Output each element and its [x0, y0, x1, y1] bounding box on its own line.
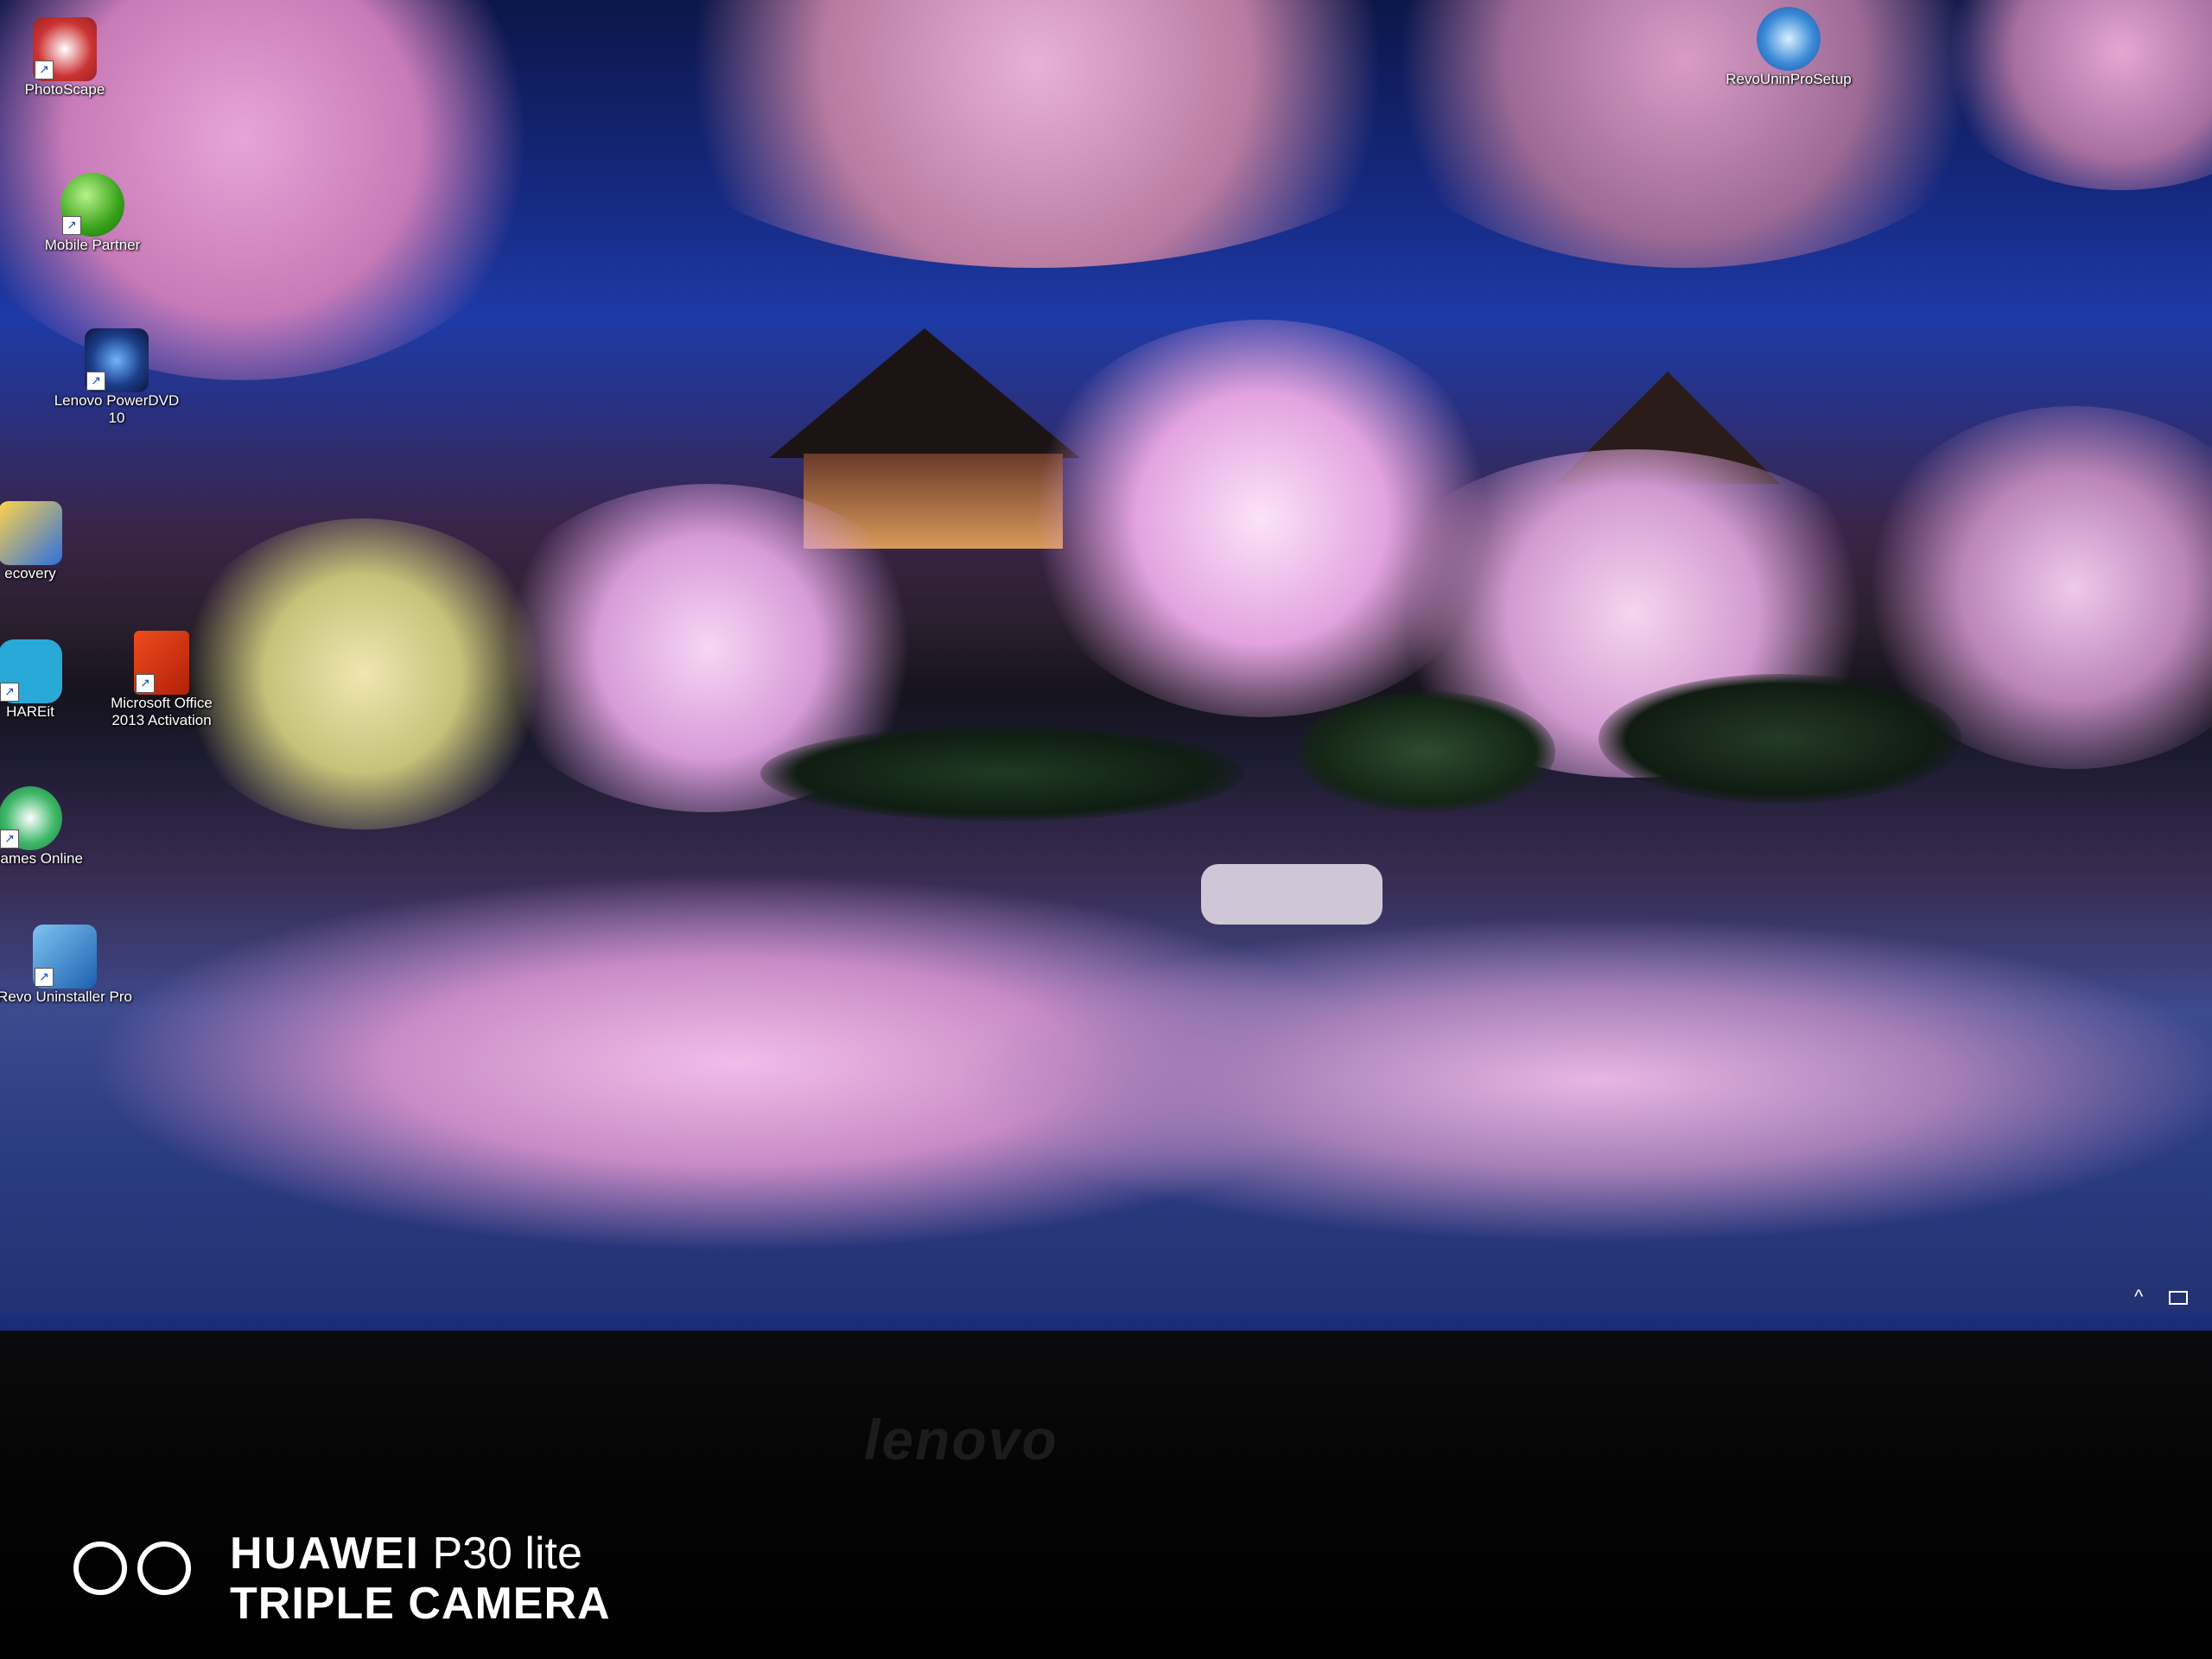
- desktop-icon-label: PhotoScape: [24, 81, 105, 98]
- network-icon[interactable]: [2169, 1291, 2188, 1305]
- desktop-icon-revo-setup[interactable]: RevoUninProSetup: [1707, 7, 1871, 88]
- office-icon: ↗: [134, 631, 189, 695]
- desktop-icon-label: Mobile Partner: [44, 237, 141, 253]
- desktop-icon-powerdvd[interactable]: ↗ Lenovo PowerDVD 10: [35, 328, 199, 427]
- revo-uninstaller-icon: ↗: [33, 925, 97, 988]
- desktop-icon-photoscape[interactable]: ↗ PhotoScape: [0, 17, 147, 99]
- desktop-icon-revo-uninstaller[interactable]: ↗ Revo Uninstaller Pro: [0, 925, 147, 1006]
- watermark-model: P30 lite: [432, 1529, 582, 1579]
- bezel-logo: lenovo: [864, 1408, 1058, 1471]
- powerdvd-icon: ↗: [85, 328, 149, 392]
- desktop-icon-label: Microsoft Office 2013 Activation: [111, 695, 213, 728]
- desktop-icon-label: ecovery: [4, 565, 56, 582]
- desktop-icon-label: y Games Online: [0, 850, 83, 867]
- watermark-camera-line: TRIPLE CAMERA: [230, 1579, 611, 1629]
- desktop-icon-mobile-partner[interactable]: ↗ Mobile Partner: [10, 173, 175, 254]
- desktop-wallpaper: [0, 0, 2212, 1331]
- desktop-icon-office[interactable]: ↗ Microsoft Office 2013 Activation: [79, 631, 244, 729]
- desktop-icon-recovery[interactable]: ecovery: [0, 501, 112, 582]
- chevron-up-icon[interactable]: ^: [2134, 1286, 2143, 1308]
- watermark-brand-line: HUAWEI P30 lite: [230, 1528, 582, 1580]
- revo-setup-icon: [1757, 7, 1821, 71]
- games-icon: ↗: [0, 786, 62, 850]
- mobile-partner-icon: ↗: [60, 173, 124, 237]
- camera-watermark: HUAWEI P30 lite TRIPLE CAMERA: [71, 1522, 693, 1629]
- photoscape-icon: ↗: [33, 17, 97, 81]
- shareit-icon: ↗: [0, 639, 62, 703]
- photo: ↗ PhotoScape ↗ Mobile Partner ↗ Lenovo P…: [0, 0, 2212, 1659]
- desktop-icon-label: Revo Uninstaller Pro: [0, 988, 132, 1005]
- recovery-icon: [0, 501, 62, 565]
- watermark-brand: HUAWEI: [230, 1529, 420, 1579]
- camera-lens-icon: [73, 1541, 191, 1595]
- desktop-icon-label: RevoUninProSetup: [1726, 71, 1852, 87]
- desktop-icon-label: Lenovo PowerDVD 10: [54, 392, 180, 426]
- desktop-icon-games[interactable]: ↗ y Games Online: [0, 786, 112, 868]
